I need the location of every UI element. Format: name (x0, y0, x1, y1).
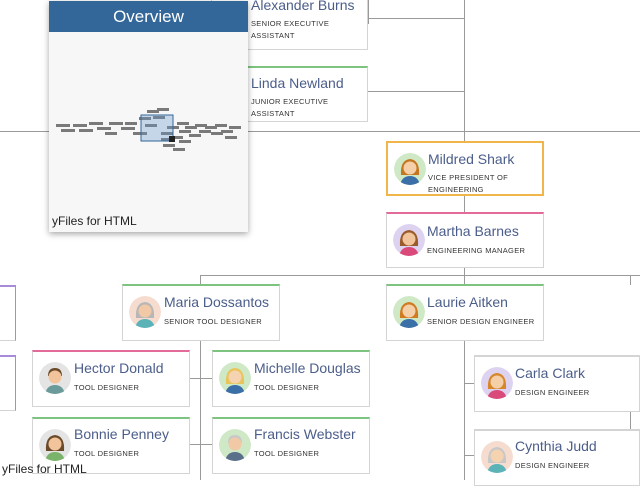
watermark-label: yFiles for HTML (2, 462, 87, 476)
edge (464, 195, 465, 212)
avatar-icon (393, 296, 425, 328)
edge (368, 91, 465, 92)
overview-minimap[interactable] (49, 32, 248, 232)
node-title: Senior Executive Assistant (251, 19, 330, 40)
node-name: Martha Barnes (427, 223, 519, 239)
node-cynthia-judd[interactable]: Cynthia Judd Design Engineer (474, 429, 640, 486)
node-maria-dossantos[interactable]: Maria Dossantos Senior Tool Designer (122, 284, 280, 341)
avatar-icon (39, 362, 71, 394)
avatar-icon (39, 429, 71, 461)
node-martha-barnes[interactable]: Martha Barnes Engineering Manager (386, 212, 544, 268)
node-name: Maria Dossantos (164, 294, 270, 310)
node-name: Cynthia Judd (515, 438, 597, 454)
edge (464, 455, 474, 456)
node-name: Laurie Aitken (427, 294, 508, 310)
edge (464, 268, 465, 285)
org-chart-canvas[interactable]: Alexander Burns Senior Executive Assista… (0, 0, 640, 486)
edge (190, 378, 212, 379)
node-title: Junior Executive Assistant (251, 97, 329, 118)
node-partial[interactable] (0, 285, 16, 341)
avatar-icon (219, 362, 251, 394)
node-name: Linda Newland (251, 75, 344, 91)
viewport-resize-handle (169, 136, 175, 142)
overview-panel[interactable]: Overview yFiles for HTML (49, 1, 248, 232)
avatar-icon (129, 296, 161, 328)
avatar-icon (481, 441, 513, 473)
node-title: Senior Design Engineer (427, 317, 535, 326)
node-name: Michelle Douglas (254, 360, 361, 376)
avatar-icon (394, 153, 426, 185)
node-title: Tool Designer (254, 449, 320, 458)
node-title: Vice President of Engineering (428, 173, 508, 194)
node-name: Carla Clark (515, 365, 586, 381)
edge (464, 383, 474, 384)
node-title: Tool Designer (74, 449, 140, 458)
edge (368, 0, 369, 24)
node-title: Engineering Manager (427, 246, 526, 255)
overview-header: Overview (49, 1, 248, 32)
edge (464, 340, 465, 480)
node-partial[interactable] (0, 355, 16, 411)
avatar-icon (481, 367, 513, 399)
edge (464, 0, 465, 141)
viewport-rect (140, 114, 174, 142)
overview-label: yFiles for HTML (52, 214, 137, 228)
node-title: Senior Tool Designer (164, 317, 262, 326)
edge (200, 275, 640, 276)
edge (630, 410, 631, 430)
node-carla-clark[interactable]: Carla Clark Design Engineer (474, 355, 640, 412)
edge (200, 340, 201, 480)
node-title: Tool Designer (74, 383, 140, 392)
node-name: Mildred Shark (428, 151, 515, 167)
node-title: Tool Designer (254, 383, 320, 392)
node-name: Bonnie Penney (74, 426, 169, 442)
edge (190, 444, 212, 445)
node-title: Design Engineer (515, 388, 590, 397)
node-michelle-douglas[interactable]: Michelle Douglas Tool Designer (212, 350, 370, 407)
node-name: Hector Donald (74, 360, 164, 376)
node-francis-webster[interactable]: Francis Webster Tool Designer (212, 417, 370, 474)
node-title: Design Engineer (515, 461, 590, 470)
edge (368, 18, 465, 19)
node-hector-donald[interactable]: Hector Donald Tool Designer (32, 350, 190, 407)
node-laurie-aitken[interactable]: Laurie Aitken Senior Design Engineer (386, 284, 544, 341)
edge (630, 275, 631, 285)
avatar-icon (219, 429, 251, 461)
node-name: Alexander Burns (251, 0, 355, 13)
node-name: Francis Webster (254, 426, 356, 442)
node-mildred-shark[interactable]: Mildred Shark Vice President of Engineer… (386, 141, 544, 196)
avatar-icon (393, 224, 425, 256)
